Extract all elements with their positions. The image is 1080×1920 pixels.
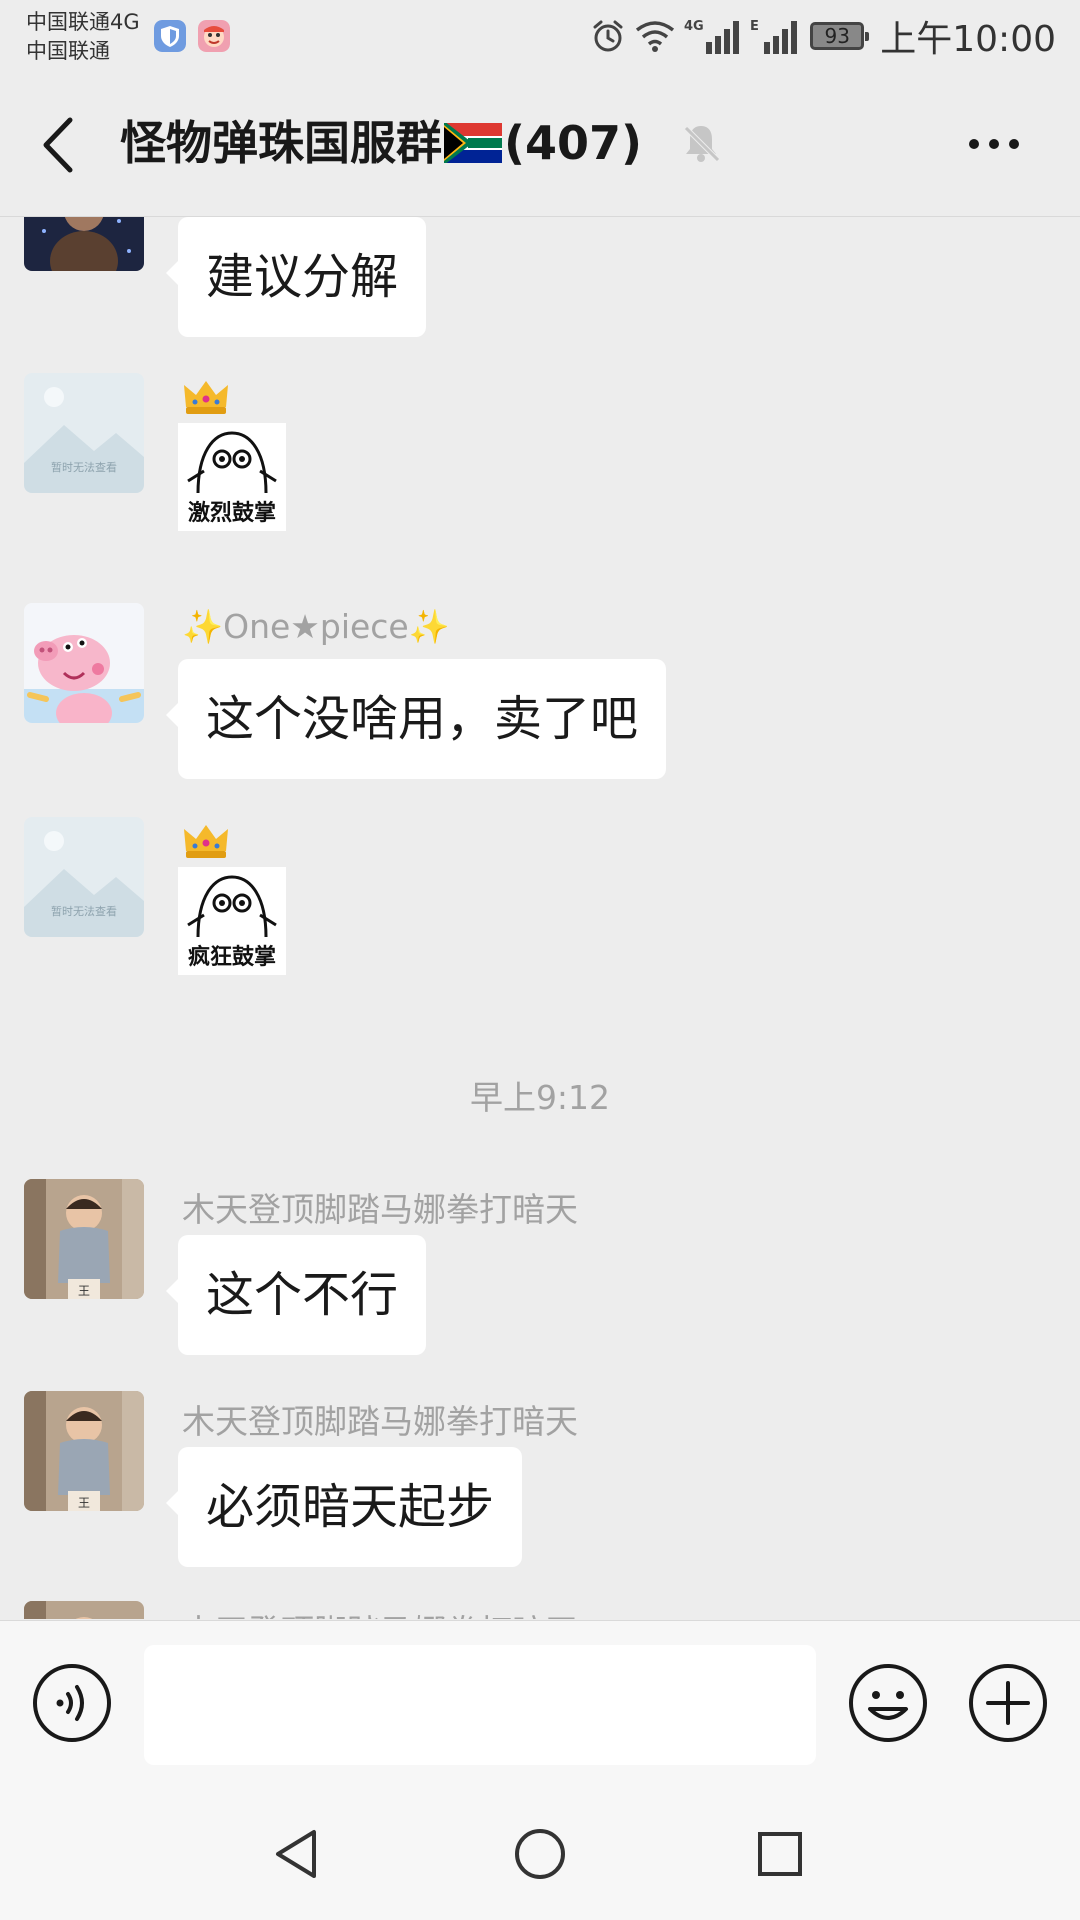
message-text: 这个没啥用，卖了吧 <box>206 691 639 747</box>
carrier-line-2: 中国联通 <box>26 39 110 63</box>
sender-name: 木天登顶脚踏马娜拳打暗天 <box>182 1402 578 1441</box>
image-placeholder-icon: 暂时无法查看 <box>24 373 144 493</box>
sticker-message[interactable]: 疯狂鼓掌 <box>178 867 286 975</box>
back-icon[interactable] <box>36 112 80 178</box>
svg-text:4G: 4G <box>684 19 704 34</box>
avatar-placeholder-text: 暂时无法查看 <box>51 904 117 918</box>
svg-text:王: 王 <box>78 1496 90 1510</box>
message-text: 建议分解 <box>206 249 399 305</box>
signal-e-icon: E <box>750 19 798 54</box>
sticker-caption: 疯狂鼓掌 <box>187 945 276 970</box>
avatar[interactable] <box>24 217 144 271</box>
message-text: 必须暗天起步 <box>206 1479 495 1535</box>
south-africa-flag-icon <box>444 123 502 163</box>
emoji-icon[interactable] <box>848 1663 928 1743</box>
status-icons: 4G E 93 上午10:00 <box>590 14 1056 60</box>
carrier-info: 中国联通4G 中国联通 <box>26 8 140 66</box>
nav-home-icon[interactable] <box>508 1822 572 1886</box>
kid-avatar-icon: 王 <box>24 1179 144 1299</box>
avatar[interactable] <box>24 1601 144 1619</box>
chat-title-text: 怪物弹珠国服群 <box>120 116 442 170</box>
message-bubble[interactable]: 这个不行 <box>165 1235 427 1355</box>
alarm-icon <box>593 20 623 52</box>
more-icon[interactable] <box>964 124 1024 164</box>
chat-title: 怪物弹珠国服群 (407) <box>120 110 642 176</box>
message-input[interactable] <box>144 1645 816 1765</box>
carrier-line-1: 中国联通4G <box>26 10 140 34</box>
avatar-placeholder-text: 暂时无法查看 <box>51 460 117 474</box>
message-bubble[interactable]: 这个没啥用，卖了吧 <box>165 659 667 779</box>
security-app-icon <box>154 20 186 52</box>
kid-avatar-icon <box>24 1601 144 1619</box>
message-text: 这个不行 <box>206 1267 399 1323</box>
crown-icon <box>184 381 228 414</box>
sender-name: 木天登顶脚踏马娜拳打暗天 <box>182 1190 578 1229</box>
avatar[interactable]: 王 <box>24 1179 144 1299</box>
signal-4g-icon: 4G <box>684 19 740 54</box>
image-placeholder-icon: 暂时无法查看 <box>24 817 144 937</box>
mute-icon <box>684 126 720 162</box>
message-bubble[interactable]: 必须暗天起步 <box>165 1447 523 1567</box>
message-timestamp: 早上9:12 <box>469 1078 611 1117</box>
status-bar: 中国联通4G 中国联通 4G E 93 上午10:00 <box>0 0 1080 80</box>
message-bubble[interactable]: 建议分解 <box>165 217 427 337</box>
avatar[interactable]: 王 <box>24 1391 144 1511</box>
member-count: (407) <box>504 116 643 170</box>
peppa-avatar-icon <box>24 603 144 723</box>
avatar[interactable]: 暂时无法查看 <box>24 373 144 493</box>
avatar[interactable]: 暂时无法查看 <box>24 817 144 937</box>
chat-header: 怪物弹珠国服群 (407) <box>0 80 1080 217</box>
status-time: 上午10:00 <box>880 19 1056 60</box>
plus-icon[interactable] <box>968 1663 1048 1743</box>
crown-icon <box>184 825 228 858</box>
kid-avatar-icon: 王 <box>24 1391 144 1511</box>
voice-icon[interactable] <box>32 1663 112 1743</box>
svg-text:王: 王 <box>78 1284 90 1298</box>
nav-back-icon[interactable] <box>268 1822 332 1886</box>
sticker-caption: 激烈鼓掌 <box>187 501 276 526</box>
wifi-icon <box>636 21 675 52</box>
avatar[interactable] <box>24 603 144 723</box>
sticker-message[interactable]: 激烈鼓掌 <box>178 423 286 531</box>
battery-indicator: 93 <box>810 22 870 50</box>
svg-text:E: E <box>750 19 759 34</box>
avatar-photo-icon <box>24 217 144 271</box>
notification-app-icon <box>198 20 230 52</box>
sender-name: 木天登顶脚踏马娜拳打暗天 <box>182 1605 578 1619</box>
system-navigation-bar <box>0 1788 1080 1920</box>
sender-name: ✨One★piece✨ <box>182 607 450 646</box>
nav-recents-icon[interactable] <box>748 1822 812 1886</box>
message-list[interactable]: 建议分解 暂时无法查看 激烈鼓掌 ✨One★piece✨ 这个没啥用，卖了吧 暂… <box>0 217 1080 1619</box>
input-bar <box>0 1620 1080 1789</box>
